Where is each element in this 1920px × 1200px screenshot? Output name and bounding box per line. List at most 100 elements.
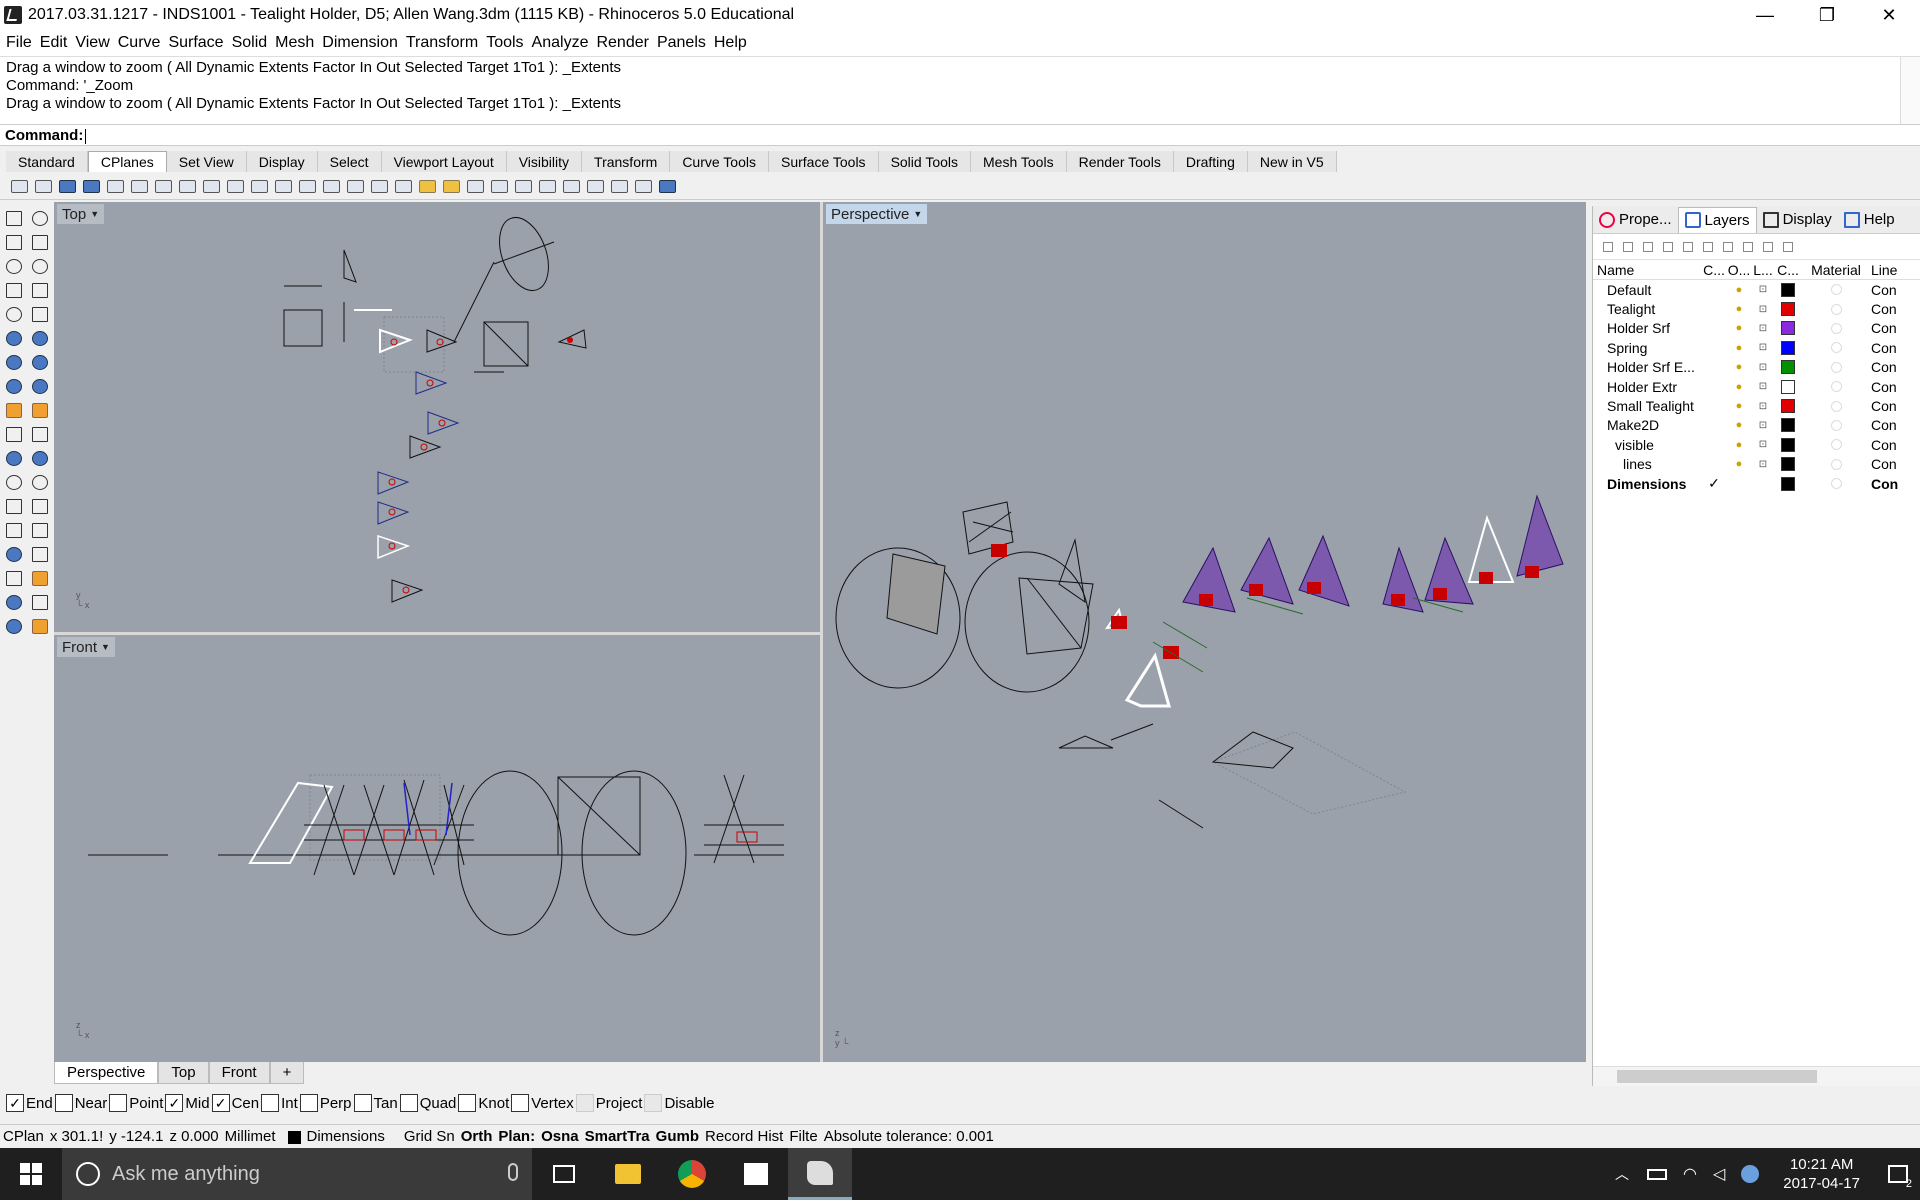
osnap-quad[interactable]: Quad [399, 1094, 456, 1112]
tab-select[interactable]: Select [317, 151, 382, 172]
layer-material[interactable] [1801, 322, 1871, 334]
status-layer[interactable]: Dimensions [279, 1128, 391, 1145]
filter-icon[interactable] [1743, 241, 1753, 252]
layer-row[interactable]: lines ● ⊡ Con [1593, 455, 1920, 474]
new-sublayer-icon[interactable] [1623, 241, 1633, 252]
checkbox[interactable]: ✓ [211, 1094, 230, 1112]
lightbulb-icon[interactable]: ● [1727, 361, 1751, 373]
viewport-tab-perspective[interactable]: Perspective [54, 1062, 159, 1084]
task-view-button[interactable] [532, 1148, 596, 1200]
menu-mesh[interactable]: Mesh [271, 34, 318, 52]
trim-icon[interactable] [2, 422, 26, 446]
menu-analyze[interactable]: Analyze [528, 34, 593, 52]
grid-array-icon[interactable] [2, 566, 26, 590]
layer-row[interactable]: Holder Srf ● ⊡ Con [1593, 319, 1920, 338]
render-icon[interactable] [28, 566, 52, 590]
status-planar[interactable]: Plan: [495, 1128, 538, 1145]
checkbox[interactable] [353, 1094, 372, 1112]
restore-button[interactable]: ❐ [1796, 0, 1858, 30]
menu-file[interactable]: File [2, 34, 36, 52]
layer-linetype[interactable]: Con [1871, 340, 1911, 356]
osnap-disable[interactable]: Disable [644, 1094, 715, 1112]
menu-dimension[interactable]: Dimension [318, 34, 402, 52]
osnap-point[interactable]: Point [109, 1094, 163, 1112]
analyze-icon[interactable] [2, 542, 26, 566]
layer-tools-icon[interactable] [1763, 241, 1773, 252]
cplane-object-icon[interactable] [80, 175, 102, 197]
menu-panels[interactable]: Panels [653, 34, 710, 52]
lightbulb-icon[interactable]: ● [1727, 322, 1751, 334]
taskbar-search[interactable]: Ask me anything [62, 1148, 532, 1200]
copy-icon[interactable] [28, 518, 52, 542]
osnap-knot[interactable]: Knot [458, 1094, 509, 1112]
ungroup-icon[interactable] [28, 446, 52, 470]
osnap-cen[interactable]: ✓ Cen [211, 1094, 259, 1112]
lightbulb-icon[interactable]: ● [1727, 342, 1751, 354]
viewport-tab-top[interactable]: Top [158, 1062, 209, 1084]
close-button[interactable]: ✕ [1858, 0, 1920, 30]
layer-material[interactable] [1801, 458, 1871, 470]
cplane-rotate-icon[interactable] [224, 175, 246, 197]
menu-tools[interactable]: Tools [482, 34, 527, 52]
layer-material[interactable] [1801, 478, 1871, 490]
tab-display[interactable]: Display [246, 151, 318, 172]
menu-transform[interactable]: Transform [402, 34, 482, 52]
lightbulb-icon[interactable]: ● [1727, 439, 1751, 451]
chevron-up-icon[interactable]: ︿ [1615, 1164, 1629, 1184]
layer-name[interactable]: visible [1593, 437, 1701, 453]
tab-standard[interactable]: Standard [6, 151, 88, 172]
layer-color[interactable] [1775, 476, 1801, 491]
status-grid-snap[interactable]: Grid Sn [401, 1128, 458, 1145]
circle-icon[interactable] [2, 254, 26, 278]
lock-icon[interactable]: ⊡ [1751, 420, 1775, 431]
tab-solid-tools[interactable]: Solid Tools [878, 151, 972, 172]
layer-color[interactable] [1775, 321, 1801, 336]
viewport-perspective[interactable]: Perspective ▼ zy └ [823, 202, 1586, 1062]
checkbox[interactable] [399, 1094, 418, 1112]
tab-drafting[interactable]: Drafting [1173, 151, 1248, 172]
layer-name[interactable]: Holder Srf [1593, 320, 1701, 336]
cplane-curve-icon[interactable] [152, 175, 174, 197]
lock-icon[interactable]: ⊡ [1751, 342, 1775, 353]
tab-mesh-tools[interactable]: Mesh Tools [971, 151, 1067, 172]
sphere-icon[interactable] [28, 350, 52, 374]
lightbulb-icon[interactable]: ● [1727, 400, 1751, 412]
file-explorer-button[interactable] [596, 1148, 660, 1200]
viewport-top[interactable]: Top ▼ y └ x [54, 202, 820, 632]
tab-transform[interactable]: Transform [582, 151, 671, 172]
cplane-world-front-icon[interactable] [296, 175, 318, 197]
cplane-world-right-icon[interactable] [320, 175, 342, 197]
check-icon[interactable] [28, 542, 52, 566]
cplane-elevation-icon[interactable] [56, 175, 78, 197]
layer-material[interactable] [1801, 303, 1871, 315]
material-icon[interactable] [2, 614, 26, 638]
rhino-taskbar-button[interactable] [788, 1148, 852, 1200]
cplane-settings-icon[interactable] [656, 175, 678, 197]
ellipse-icon[interactable] [28, 254, 52, 278]
arc-icon[interactable] [2, 278, 26, 302]
status-smarttrack[interactable]: SmartTra [582, 1128, 653, 1145]
menu-render[interactable]: Render [592, 34, 652, 52]
column-color[interactable]: C... [1775, 262, 1801, 278]
menu-curve[interactable]: Curve [114, 34, 165, 52]
loft-icon[interactable] [28, 326, 52, 350]
cplane-perpendicular-icon[interactable] [488, 175, 510, 197]
checkbox[interactable] [458, 1094, 477, 1112]
status-filter[interactable]: Filte [786, 1128, 820, 1145]
array-icon[interactable] [2, 518, 26, 542]
osnap-int[interactable]: Int [261, 1094, 298, 1112]
tab-surface-tools[interactable]: Surface Tools [768, 151, 879, 172]
cplane-surface-icon[interactable] [512, 175, 534, 197]
osnap-mid[interactable]: ✓ Mid [165, 1094, 210, 1112]
cplane-redo-icon[interactable] [368, 175, 390, 197]
lock-icon[interactable]: ⊡ [1751, 401, 1775, 412]
layer-color[interactable] [1775, 437, 1801, 452]
tab-set-view[interactable]: Set View [166, 151, 247, 172]
layer-color[interactable] [1775, 418, 1801, 433]
lightbulb-icon[interactable]: ● [1727, 284, 1751, 296]
checkbox[interactable] [575, 1094, 594, 1112]
layer-manager-icon[interactable] [2, 590, 26, 614]
osnap-tan[interactable]: Tan [353, 1094, 398, 1112]
layer-name[interactable]: Default [1593, 282, 1701, 298]
tab-display[interactable]: Display [1757, 207, 1838, 233]
